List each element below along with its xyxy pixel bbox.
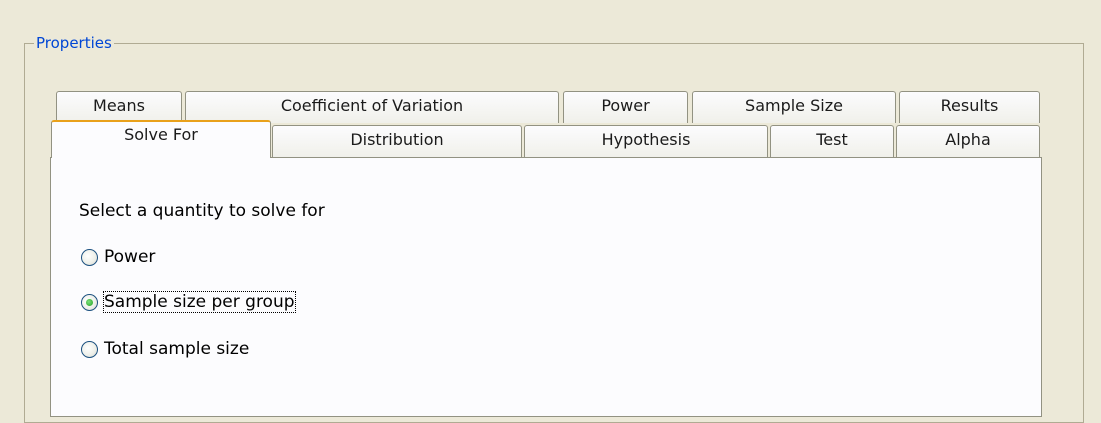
radio-label-power[interactable]: Power — [104, 247, 155, 267]
radio-option-power[interactable]: Power — [81, 245, 155, 269]
tab-solve-for[interactable]: Solve For — [51, 120, 271, 158]
radio-option-sample-size-per-group[interactable]: Sample size per group — [81, 290, 296, 314]
tab-results[interactable]: Results — [899, 91, 1040, 123]
solve-for-prompt: Select a quantity to solve for — [79, 201, 325, 221]
tab-coefficient-of-variation[interactable]: Coefficient of Variation — [185, 91, 559, 123]
radio-button-icon[interactable] — [81, 248, 98, 266]
radio-label-sample-size-per-group[interactable]: Sample size per group — [103, 291, 296, 313]
properties-legend: Properties — [34, 34, 114, 52]
tab-power[interactable]: Power — [563, 91, 688, 123]
radio-button-selected-icon[interactable] — [81, 293, 98, 311]
radio-button-icon[interactable] — [81, 340, 98, 358]
radio-label-total-sample-size[interactable]: Total sample size — [104, 339, 249, 359]
tab-test[interactable]: Test — [770, 125, 894, 158]
solve-for-panel: Select a quantity to solve for Power Sam… — [50, 157, 1042, 417]
tab-means[interactable]: Means — [56, 91, 182, 123]
radio-option-total-sample-size[interactable]: Total sample size — [81, 337, 249, 361]
tab-distribution[interactable]: Distribution — [272, 125, 522, 158]
tab-sample-size[interactable]: Sample Size — [692, 91, 896, 123]
tab-alpha[interactable]: Alpha — [896, 125, 1040, 158]
tab-hypothesis[interactable]: Hypothesis — [524, 125, 768, 158]
